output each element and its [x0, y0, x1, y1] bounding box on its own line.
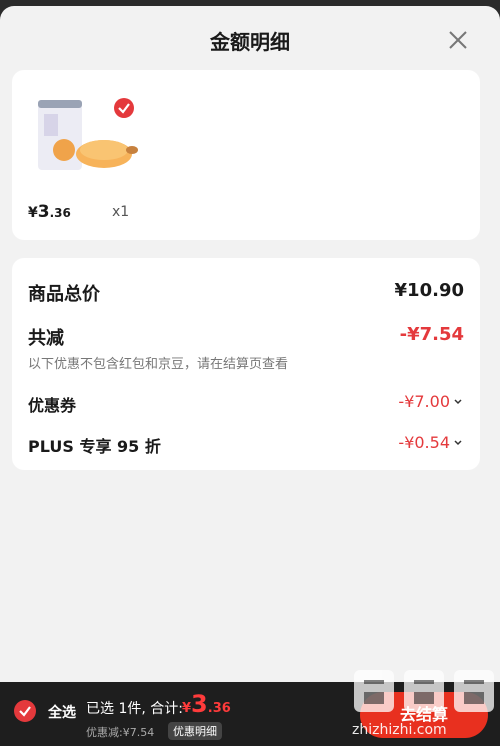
discount-detail-button[interactable]: 优惠明细 [168, 722, 222, 740]
product-price: ¥3.36 [28, 202, 71, 222]
bar-currency-symbol: ¥ [182, 701, 192, 716]
coupon-value: -¥7.00 [398, 392, 450, 411]
summary-card: 商品总价 ¥10.90 共减 -¥7.54 以下优惠不包含红包和京豆，请在结算页… [12, 258, 480, 470]
watermark-text: zhizhizhi.com [352, 722, 447, 738]
coupon-value-group[interactable]: -¥7.00 [398, 392, 464, 411]
price-integer: 3 [37, 202, 50, 222]
price-decimal: .36 [49, 206, 71, 220]
total-label: 商品总价 [28, 284, 100, 305]
amount-detail-sheet: 金额明细 ¥3.36 x1 商品总价 ¥10.90 共减 -¥7.54 以下优惠… [0, 6, 500, 682]
total-value: ¥10.90 [394, 280, 464, 301]
check-circle-icon[interactable] [114, 98, 134, 118]
sheet-title: 金额明细 [210, 30, 290, 54]
chevron-down-icon [454, 398, 462, 404]
discount-note: 以下优惠不包含红包和京豆，请在结算页查看 [28, 357, 289, 372]
select-all-check-icon[interactable] [14, 700, 36, 722]
bar-price-decimal: .36 [207, 701, 231, 716]
reduce-value: -¥7.54 [399, 324, 464, 345]
plus-label: PLUS 专享 95 折 [28, 437, 161, 456]
select-all-label[interactable]: 全选 [48, 702, 76, 722]
reduce-label: 共减 [28, 328, 64, 349]
product-card: ¥3.36 x1 [12, 70, 480, 240]
plus-value: -¥0.54 [398, 433, 450, 452]
coupon-label: 优惠券 [28, 396, 77, 415]
currency-symbol: ¥ [28, 205, 38, 221]
selected-count-text: 已选 1件, 合计: [86, 701, 183, 717]
bar-total-price: ¥3.36 [182, 690, 231, 718]
bar-price-integer: 3 [191, 690, 208, 718]
chevron-down-icon [454, 439, 462, 445]
product-quantity: x1 [112, 204, 130, 220]
discount-amount-text: 优惠减:¥7.54 [86, 726, 155, 739]
plus-value-group[interactable]: -¥0.54 [398, 433, 464, 452]
close-icon[interactable] [444, 26, 472, 54]
